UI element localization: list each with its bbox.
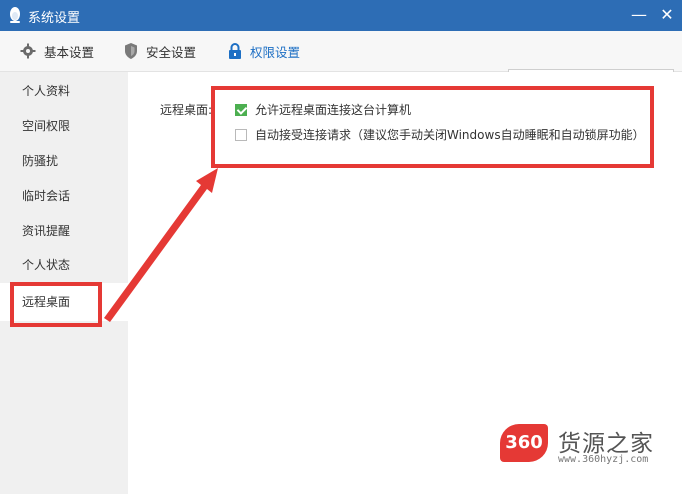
watermark-badge: 360 [500,424,548,462]
watermark-url: www.360hyzj.com [558,454,649,465]
watermark-name: 货源之家 [558,431,654,457]
annotation-arrow-icon [104,168,218,322]
watermark: 360 货源之家 www.360hyzj.com [500,424,678,472]
